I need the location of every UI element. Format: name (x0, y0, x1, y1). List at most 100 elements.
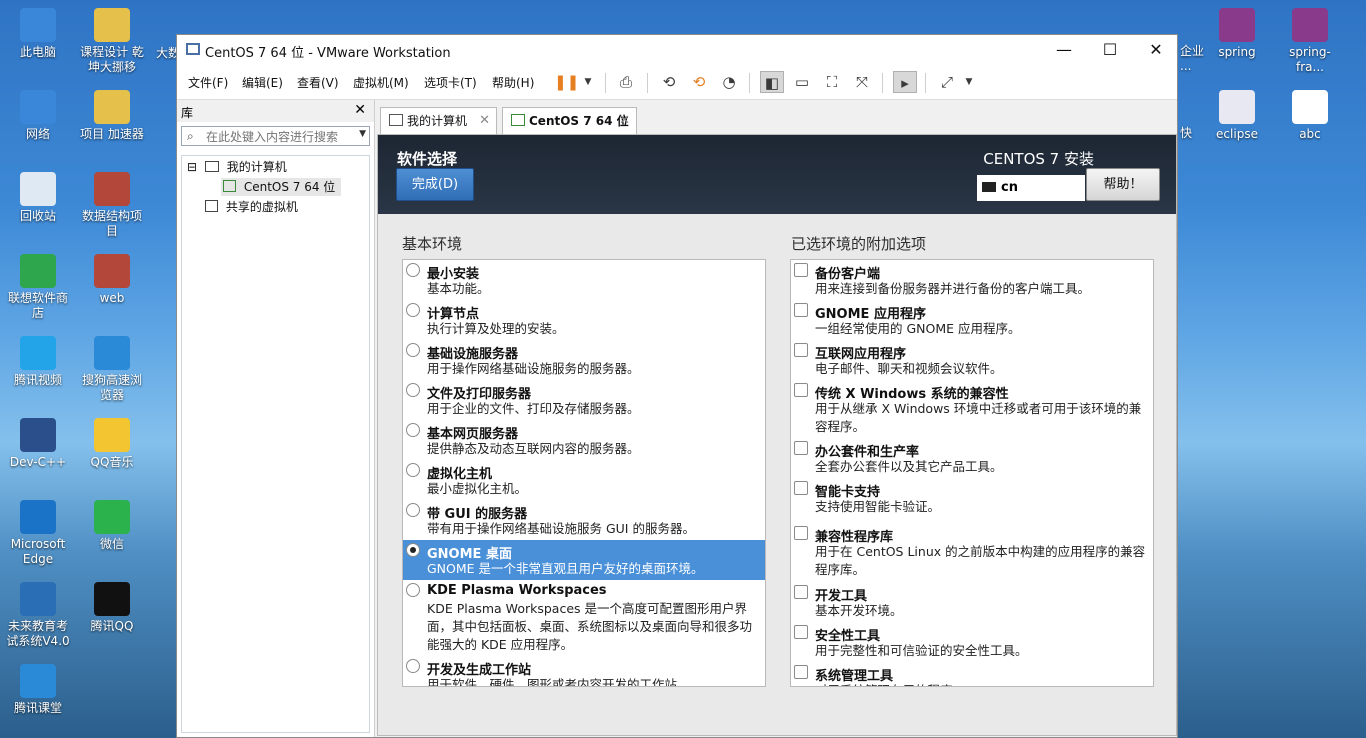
desktop-icon[interactable]: 网络 (4, 90, 72, 142)
addon-option[interactable]: 办公套件和生产率 全套办公套件以及其它产品工具。 (791, 438, 1153, 478)
environment-option[interactable]: 虚拟化主机 最小虚拟化主机。 (403, 460, 765, 500)
tree-item-my-computer[interactable]: ⊟ 我的计算机 (187, 158, 287, 176)
send-ctrl-alt-del-icon[interactable]: ⎙ (614, 71, 638, 93)
revert-snapshot-icon[interactable]: ⟲ (687, 71, 711, 93)
library-search-input[interactable] (204, 129, 348, 145)
addon-option[interactable]: 传统 X Windows 系统的兼容性 用于从继承 X Windows 环境中迁移… (791, 380, 1153, 434)
library-view-icon[interactable]: ◧ (760, 71, 784, 93)
checkbox[interactable] (794, 625, 808, 639)
addon-option[interactable]: 互联网应用程序 电子邮件、聊天和视频会议软件。 (791, 340, 1153, 380)
window-titlebar[interactable]: CentOS 7 64 位 - VMware Workstation — ☐ ✕ (177, 35, 1177, 65)
addon-option[interactable]: 兼容性程序库 用于在 CentOS Linux 的之前版本中构建的应用程序的兼容程… (791, 523, 1153, 577)
environment-option[interactable]: 基本网页服务器 提供静态及动态互联网内容的服务器。 (403, 420, 765, 460)
desktop-icon[interactable]: 数据结构项目 (78, 172, 146, 239)
desktop-icon[interactable]: 搜狗高速浏览器 (78, 336, 146, 403)
addon-option[interactable]: 系统管理工具对于系统管理有用的程序。 (791, 662, 1153, 686)
addon-option[interactable]: 备份客户端 用来连接到备份服务器并进行备份的客户端工具。 (791, 260, 1153, 300)
environment-option[interactable]: 计算节点 执行计算及处理的安装。 (403, 300, 765, 340)
snapshot-icon[interactable]: ⟲ (657, 71, 681, 93)
checkbox[interactable] (794, 263, 808, 277)
menu-file[interactable]: 文件(F) (188, 74, 228, 91)
environment-option[interactable]: KDE Plasma Workspaces KDE Plasma Workspac… (403, 580, 765, 656)
desktop-icon[interactable]: 腾讯视频 (4, 336, 72, 388)
radio-button[interactable] (406, 303, 420, 317)
desktop-icon[interactable]: abc (1276, 90, 1344, 142)
desktop-icon[interactable]: web (78, 254, 146, 306)
desktop-icon[interactable]: spring-fra... (1276, 8, 1344, 75)
desktop-icon[interactable]: 课程设计 乾坤大挪移 (78, 8, 146, 75)
environment-option[interactable]: 开发及生成工作站 用于软件、硬件、图形或者内容开发的工作站。 (403, 656, 765, 686)
tab-close-icon[interactable]: ✕ (619, 108, 630, 134)
desktop-icon[interactable]: Dev-C++ (4, 418, 72, 470)
radio-button[interactable] (406, 423, 420, 437)
maximize-button[interactable]: ☐ (1087, 35, 1133, 65)
checkbox[interactable] (794, 585, 808, 599)
checkbox[interactable] (794, 481, 808, 495)
menu-edit[interactable]: 编辑(E) (242, 74, 283, 91)
addon-option[interactable]: 开发工具 基本开发环境。 (791, 582, 1153, 622)
environment-option[interactable]: 文件及打印服务器 用于企业的文件、打印及存储服务器。 (403, 380, 765, 420)
desktop-icon[interactable]: 联想软件商店 (4, 254, 72, 321)
addon-option[interactable]: 智能卡支持 支持使用智能卡验证。 (791, 478, 1153, 518)
guest-console[interactable]: 软件选择 完成(D) CENTOS 7 安装 cn 帮助！ 基本环境 已选环境的… (377, 134, 1177, 736)
checkbox[interactable] (794, 441, 808, 455)
desktop-icon[interactable]: 回收站 (4, 172, 72, 224)
pause-icon[interactable]: ❚❚ (554, 71, 579, 93)
radio-button[interactable] (406, 263, 420, 277)
checkbox[interactable] (794, 665, 808, 679)
tree-item-centos[interactable]: CentOS 7 64 位 (221, 178, 342, 196)
checkbox[interactable] (794, 303, 808, 317)
desktop-icon[interactable]: Microsoft Edge (4, 500, 72, 567)
menu-vm[interactable]: 虚拟机(M) (353, 74, 409, 91)
desktop-icon[interactable]: QQ音乐 (78, 418, 146, 470)
radio-button[interactable] (406, 383, 420, 397)
menu-help[interactable]: 帮助(H) (492, 74, 534, 91)
menu-tabs[interactable]: 选项卡(T) (424, 74, 477, 91)
help-button[interactable]: 帮助！ (1086, 168, 1160, 201)
desktop-icon[interactable]: 此电脑 (4, 8, 72, 60)
desktop-icon[interactable]: 腾讯课堂 (4, 664, 72, 716)
desktop-icon[interactable]: eclipse (1203, 90, 1271, 142)
power-dropdown-icon[interactable]: ▼ (576, 71, 600, 93)
close-button[interactable]: ✕ (1133, 35, 1179, 65)
unity-icon[interactable]: ⤧ (850, 71, 874, 93)
library-search[interactable]: ⌕ ▼ (181, 126, 370, 146)
console-view-icon[interactable]: ▸ (893, 71, 917, 93)
radio-button[interactable] (406, 583, 420, 597)
stretch-dropdown-icon[interactable]: ▼ (957, 71, 981, 93)
desktop-icon[interactable]: 项目 加速器 (78, 90, 146, 142)
stretch-icon[interactable]: ⤢ (935, 71, 959, 93)
done-button[interactable]: 完成(D) (396, 168, 474, 201)
environment-option[interactable]: 基础设施服务器 用于操作网络基础设施服务的服务器。 (403, 340, 765, 380)
library-close-icon[interactable]: ✕ (354, 102, 366, 118)
addon-option[interactable]: 安全性工具 用于完整性和可信验证的安全性工具。 (791, 622, 1153, 662)
radio-button[interactable] (406, 463, 420, 477)
thumbnail-view-icon[interactable]: ▭ (790, 71, 814, 93)
radio-button[interactable] (406, 659, 420, 673)
environment-option[interactable]: 最小安装 基本功能。 (403, 260, 765, 300)
fullscreen-icon[interactable]: ⛶ (820, 71, 844, 93)
checkbox[interactable] (794, 383, 808, 397)
keyboard-layout-indicator[interactable]: cn (977, 175, 1085, 201)
desktop-icon[interactable]: 腾讯QQ (78, 582, 146, 634)
chevron-down-icon[interactable]: ▼ (359, 129, 366, 139)
radio-button[interactable] (406, 503, 420, 517)
minimize-button[interactable]: — (1041, 35, 1087, 65)
tab-centos[interactable]: CentOS 7 64 位 ✕ (502, 107, 637, 135)
tab-my-computer[interactable]: 我的计算机 ✕ (380, 107, 497, 135)
addon-option[interactable]: GNOME 应用程序 一组经常使用的 GNOME 应用程序。 (791, 300, 1153, 340)
environment-option[interactable]: GNOME 桌面 GNOME 是一个非常直观且用户友好的桌面环境。 (403, 540, 765, 580)
tree-item-shared-vms[interactable]: 共享的虚拟机 (203, 198, 298, 216)
desktop-icon[interactable]: 微信 (78, 500, 146, 552)
desktop-icon[interactable]: spring (1203, 8, 1271, 60)
snapshot-manager-icon[interactable]: ◔ (717, 71, 741, 93)
desktop-icon[interactable]: 未来教育考试系统V4.0 (4, 582, 72, 649)
checkbox[interactable] (794, 343, 808, 357)
checkbox[interactable] (794, 526, 808, 540)
environment-option[interactable]: 带 GUI 的服务器 带有用于操作网络基础设施服务 GUI 的服务器。 (403, 500, 765, 540)
collapse-icon[interactable]: ⊟ (187, 160, 197, 174)
tab-close-icon[interactable]: ✕ (479, 108, 490, 134)
menu-view[interactable]: 查看(V) (297, 74, 339, 91)
radio-button[interactable] (406, 543, 420, 557)
radio-button[interactable] (406, 343, 420, 357)
